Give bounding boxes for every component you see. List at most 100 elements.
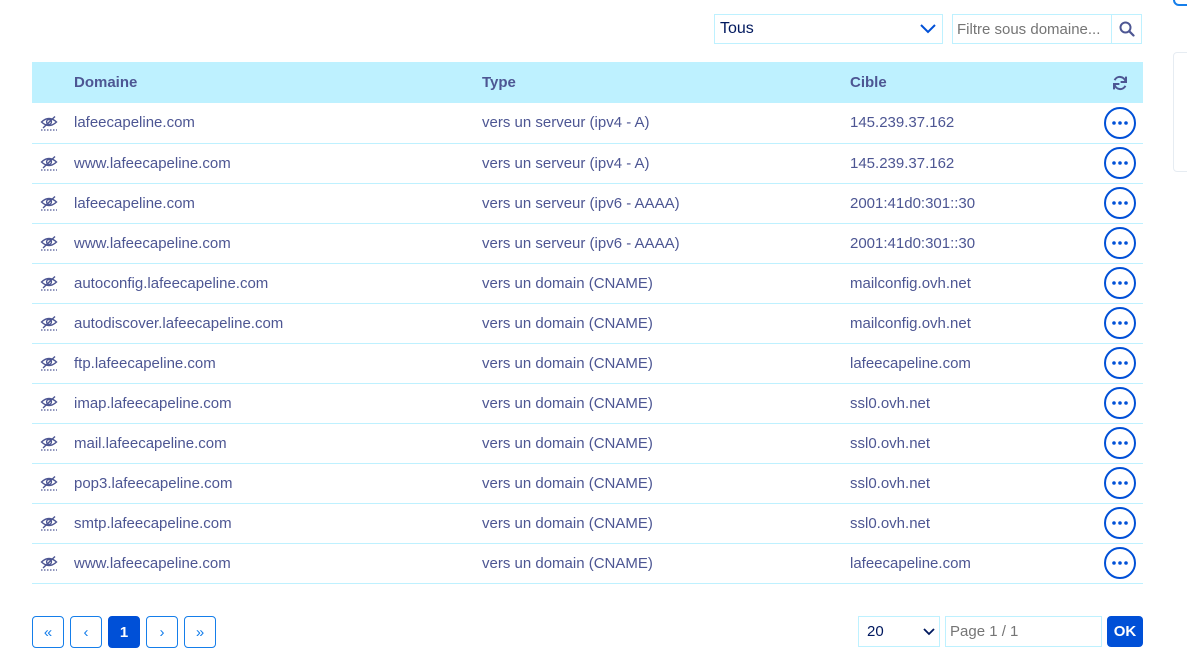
visibility-toggle[interactable] [32, 223, 74, 263]
record-type-select[interactable]: Tous [714, 14, 943, 44]
eye-slash-icon [40, 115, 58, 131]
row-actions-button[interactable] [1103, 387, 1136, 419]
eye-slash-icon [40, 435, 58, 451]
table-row: autoconfig.lafeecapeline.com vers un doma… [32, 263, 1143, 303]
eye-slash-icon [40, 515, 58, 531]
visibility-toggle[interactable] [32, 423, 74, 463]
row-actions-button[interactable] [1103, 507, 1136, 539]
next-page-button[interactable]: › [146, 616, 178, 648]
row-actions-cell [1100, 543, 1143, 583]
row-actions-button[interactable] [1103, 187, 1136, 219]
record-type: vers un domain (CNAME) [482, 274, 653, 292]
visibility-toggle[interactable] [32, 143, 74, 183]
visibility-toggle[interactable] [32, 263, 74, 303]
record-domain: www.lafeecapeline.com [74, 154, 231, 172]
record-target: ssl0.ovh.net [850, 514, 931, 532]
record-type-select-value: Tous [720, 20, 754, 37]
refresh-icon [1112, 75, 1127, 91]
record-target: lafeecapeline.com [850, 354, 971, 372]
record-type: vers un serveur (ipv4 - A) [482, 154, 650, 172]
row-actions-cell [1100, 143, 1143, 183]
more-horizontal-icon [1111, 161, 1128, 165]
pagination: « ‹ 1 › » [32, 616, 216, 648]
record-domain: ftp.lafeecapeline.com [74, 354, 216, 372]
row-actions-cell [1100, 303, 1143, 343]
chevron-down-icon [920, 24, 936, 34]
row-actions-button[interactable] [1103, 347, 1136, 379]
record-target: 2001:41d0:301::30 [850, 194, 976, 212]
search-icon [1119, 21, 1135, 37]
table-row: mail.lafeecapeline.com vers un domain (CN… [32, 423, 1143, 463]
record-type: vers un domain (CNAME) [482, 314, 653, 332]
items-per-page-select[interactable]: 20 [858, 616, 940, 647]
items-per-page-value: 20 [867, 623, 884, 640]
row-actions-cell [1100, 343, 1143, 383]
record-type: vers un domain (CNAME) [482, 554, 653, 572]
table-row: imap.lafeecapeline.com vers un domain (CN… [32, 383, 1143, 423]
more-horizontal-icon [1111, 361, 1128, 365]
row-actions-cell [1100, 183, 1143, 223]
more-horizontal-icon [1111, 120, 1128, 125]
eye-slash-icon [40, 395, 58, 411]
subdomain-filter [952, 14, 1142, 44]
record-target: ssl0.ovh.net [850, 434, 931, 452]
side-panel-corner [1173, 0, 1187, 6]
record-type: vers un domain (CNAME) [482, 354, 653, 372]
subdomain-filter-input[interactable] [952, 14, 1111, 44]
eye-slash-icon [40, 555, 58, 571]
table-row: www.lafeecapeline.com vers un domain (CNA… [32, 543, 1143, 583]
visibility-toggle[interactable] [32, 183, 74, 223]
record-target: 145.239.37.162 [850, 154, 955, 172]
row-actions-button[interactable] [1103, 467, 1136, 499]
eye-slash-icon [40, 235, 58, 251]
record-target: ssl0.ovh.net [850, 394, 931, 412]
eye-slash-icon [40, 195, 58, 211]
row-actions-button[interactable] [1103, 267, 1136, 299]
visibility-toggle[interactable] [32, 343, 74, 383]
refresh-button[interactable] [1100, 62, 1143, 103]
visibility-toggle[interactable] [32, 503, 74, 543]
record-domain: pop3.lafeecapeline.com [74, 474, 233, 492]
record-type: vers un domain (CNAME) [482, 474, 653, 492]
visibility-column-header [32, 62, 74, 103]
visibility-toggle[interactable] [32, 463, 74, 503]
record-domain: smtp.lafeecapeline.com [74, 514, 232, 532]
more-horizontal-icon [1111, 281, 1128, 285]
row-actions-button[interactable] [1103, 106, 1136, 139]
row-actions-cell [1100, 463, 1143, 503]
visibility-toggle[interactable] [32, 543, 74, 583]
search-button[interactable] [1111, 14, 1142, 44]
page-number-input[interactable] [945, 616, 1102, 647]
record-target: ssl0.ovh.net [850, 474, 931, 492]
record-domain: lafeecapeline.com [74, 114, 195, 132]
row-actions-button[interactable] [1103, 547, 1136, 579]
table-row: lafeecapeline.com vers un serveur (ipv6 -… [32, 183, 1143, 223]
more-horizontal-icon [1111, 201, 1128, 205]
table-toolbar: Tous [714, 14, 1142, 45]
record-type: vers un domain (CNAME) [482, 514, 653, 532]
column-header-type: Type [482, 74, 516, 91]
go-to-page-button[interactable]: OK [1107, 616, 1143, 647]
row-actions-button[interactable] [1103, 427, 1136, 459]
side-panel-edge [1173, 52, 1187, 172]
table-row: pop3.lafeecapeline.com vers un domain (CN… [32, 463, 1143, 503]
visibility-toggle[interactable] [32, 383, 74, 423]
eye-slash-icon [40, 355, 58, 371]
record-domain: www.lafeecapeline.com [74, 234, 231, 252]
visibility-toggle[interactable] [32, 103, 74, 143]
record-domain: lafeecapeline.com [74, 194, 195, 212]
first-page-button[interactable]: « [32, 616, 64, 648]
last-page-button[interactable]: » [184, 616, 216, 648]
record-domain: imap.lafeecapeline.com [74, 394, 232, 412]
row-actions-button[interactable] [1103, 147, 1136, 179]
record-domain: autodiscover.lafeecapeline.com [74, 314, 284, 332]
previous-page-button[interactable]: ‹ [70, 616, 102, 648]
row-actions-button[interactable] [1103, 227, 1136, 259]
more-horizontal-icon [1111, 321, 1128, 325]
page-button-current[interactable]: 1 [108, 616, 140, 648]
column-header-domain: Domaine [74, 74, 138, 91]
row-actions-button[interactable] [1103, 307, 1136, 339]
record-type: vers un serveur (ipv6 - AAAA) [482, 234, 680, 252]
visibility-toggle[interactable] [32, 303, 74, 343]
more-horizontal-icon [1111, 481, 1128, 485]
